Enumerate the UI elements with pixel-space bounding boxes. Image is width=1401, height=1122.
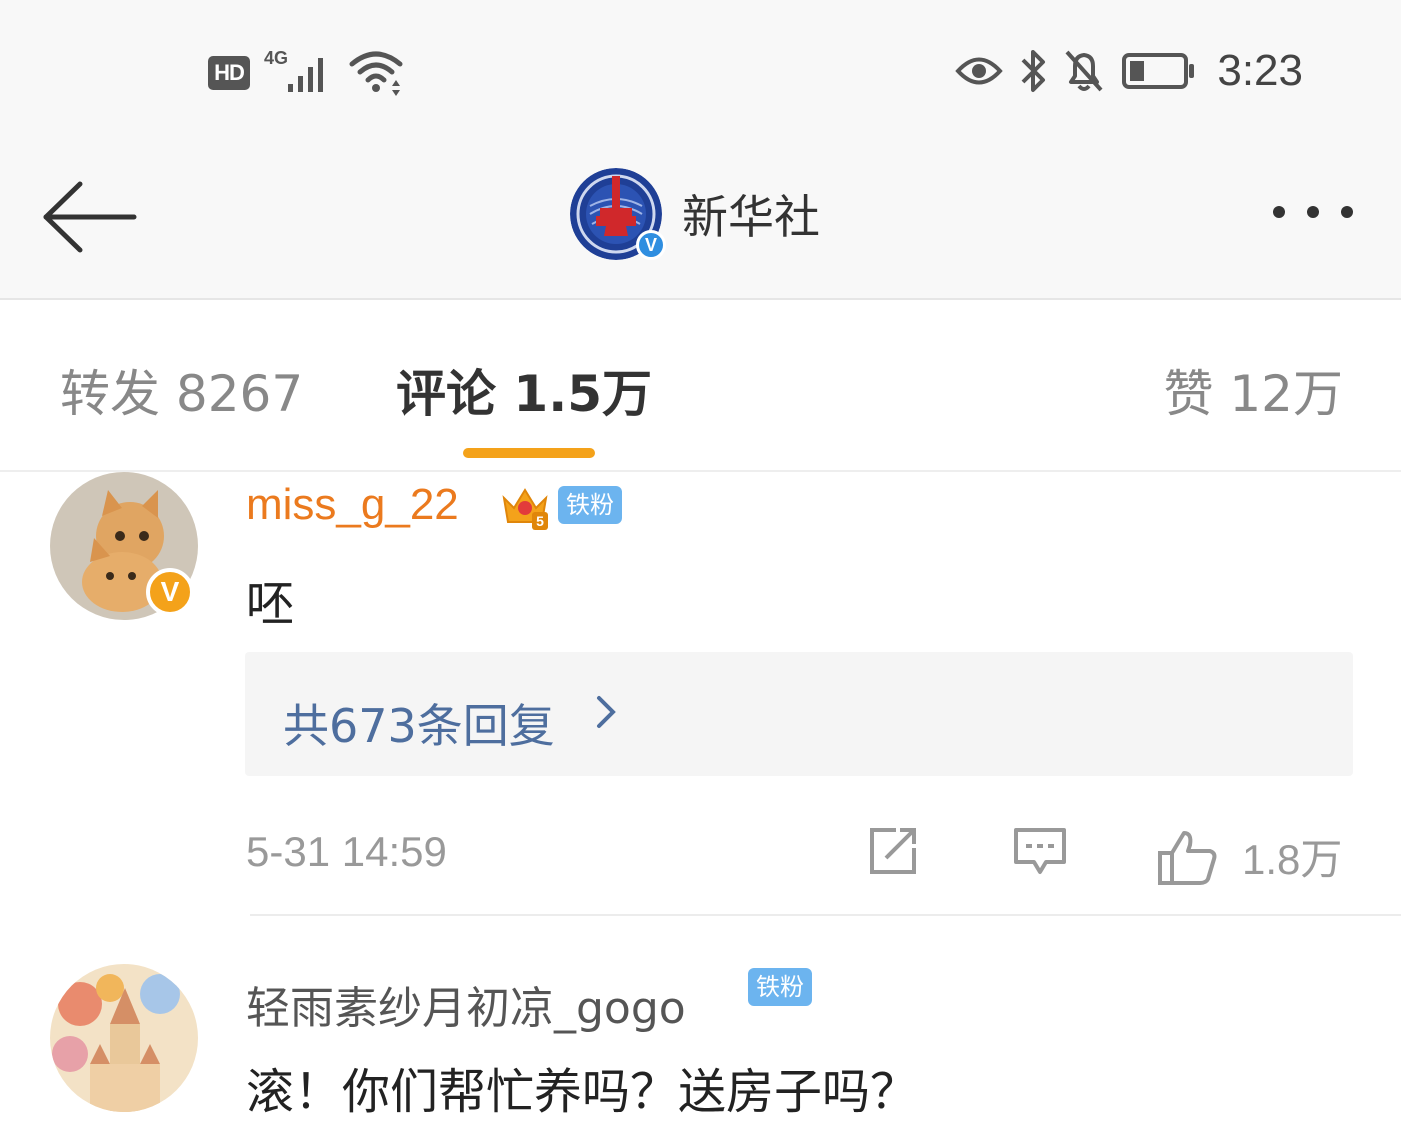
chevron-right-icon	[597, 696, 616, 728]
battery-icon	[1122, 53, 1195, 89]
comment-icon[interactable]	[1012, 826, 1068, 876]
like-button[interactable]: 1.8万	[1156, 826, 1342, 887]
tab-bar: 转发 8267 评论 1.5万 赞 12万	[0, 300, 1401, 472]
avatar[interactable]	[50, 964, 198, 1112]
page-title: 新华社	[682, 190, 820, 244]
tab-comments[interactable]: 评论 1.5万	[396, 354, 652, 426]
hd-icon: HD	[208, 56, 250, 90]
thumbs-up-icon	[1158, 830, 1217, 885]
clock: 3:23	[1217, 46, 1303, 95]
account-header[interactable]: V 新华社	[570, 168, 820, 260]
comment-text: 滚！你们帮忙养吗？送房子吗？	[246, 1064, 919, 1120]
comment-username[interactable]: 轻雨素纱月初凉_gogo	[246, 972, 686, 1036]
verified-badge: V	[636, 230, 666, 260]
network-type-label: 4G	[264, 48, 289, 68]
verified-badge: V	[146, 568, 194, 616]
avatar[interactable]: V	[50, 472, 198, 620]
replies-link[interactable]: 共673条回复	[245, 652, 1353, 776]
bluetooth-icon	[1021, 50, 1046, 92]
comment-text: 呸	[246, 576, 295, 632]
comment-username[interactable]: miss_g_22	[246, 480, 459, 530]
fan-badge: 铁粉	[748, 968, 812, 1006]
crown-level: 5	[536, 513, 544, 529]
more-dots-icon[interactable]	[1273, 206, 1353, 218]
comment-item: 轻雨素纱月初凉_gogo 铁粉 滚！你们帮忙养吗？送房子吗？	[0, 916, 1401, 1120]
active-tab-indicator	[463, 448, 595, 458]
nav-bar: V 新华社	[0, 140, 1401, 300]
arrow-left-icon[interactable]	[40, 178, 138, 256]
tab-repost[interactable]: 转发 8267	[60, 354, 303, 426]
share-icon[interactable]	[866, 826, 920, 876]
crown-icon: 5	[502, 488, 548, 530]
replies-count: 共673条回复	[283, 699, 555, 753]
status-bar: HD 4G 3:23	[0, 0, 1401, 140]
signal-4g-icon: 4G	[264, 48, 334, 98]
account-avatar[interactable]: V	[570, 168, 666, 260]
castle-avatar-image	[50, 964, 198, 1112]
comment-item: V miss_g_22 5 铁粉 呸 共673条回复 5-31 14:59 1.…	[0, 470, 1401, 916]
mute-bell-icon	[1065, 50, 1103, 92]
eye-icon	[955, 57, 1004, 85]
fan-badge: 铁粉	[558, 486, 622, 524]
tab-likes[interactable]: 赞 12万	[1163, 354, 1343, 426]
wifi-icon	[349, 51, 403, 96]
like-count: 1.8万	[1242, 836, 1343, 883]
comment-time: 5-31 14:59	[246, 828, 447, 875]
